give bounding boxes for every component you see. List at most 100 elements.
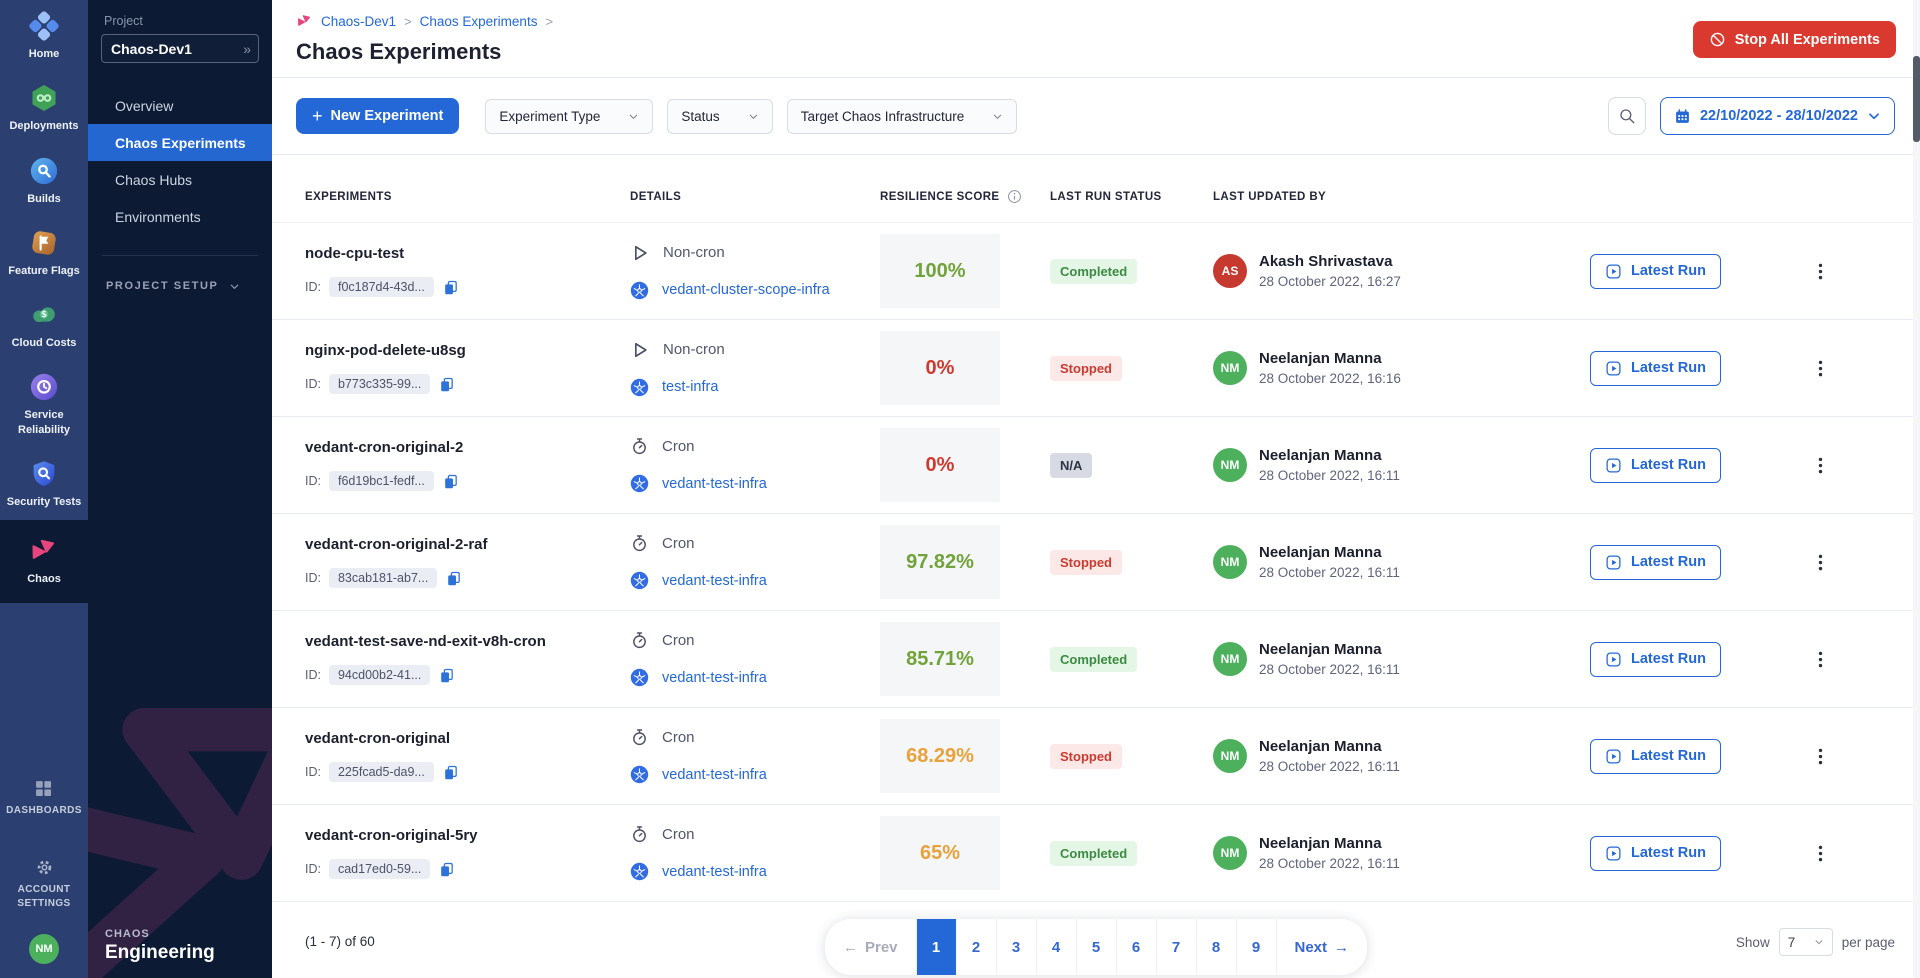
module-cloud-costs[interactable]: $Cloud Costs bbox=[0, 289, 88, 361]
collapse-chevrons-icon[interactable]: » bbox=[243, 41, 249, 57]
filter-target-chaos-infrastructure[interactable]: Target Chaos Infrastructure bbox=[787, 99, 1018, 134]
score-cell: 97.82% bbox=[880, 525, 1050, 599]
infra-link[interactable]: vedant-test-infra bbox=[662, 767, 767, 783]
infra-link[interactable]: vedant-test-infra bbox=[662, 573, 767, 589]
dashboards-icon bbox=[33, 778, 54, 799]
project-selector[interactable]: Chaos-Dev1 » bbox=[101, 34, 259, 63]
date-range-label: 22/10/2022 - 28/10/2022 bbox=[1700, 108, 1858, 124]
page-button-5[interactable]: 5 bbox=[1076, 919, 1116, 975]
stopwatch-icon bbox=[630, 534, 649, 553]
row-menu-button[interactable] bbox=[1807, 547, 1834, 578]
infra-link[interactable]: test-infra bbox=[662, 379, 718, 395]
details-cell: Cron vedant-test-infra bbox=[630, 825, 880, 881]
experiment-name[interactable]: vedant-cron-original-2 bbox=[305, 439, 630, 456]
prev-page-button[interactable]: ←Prev bbox=[825, 919, 916, 975]
vertical-scrollbar[interactable] bbox=[1913, 0, 1920, 978]
page-button-1[interactable]: 1 bbox=[916, 919, 956, 975]
latest-run-button[interactable]: Latest Run bbox=[1590, 254, 1721, 289]
copy-id-button[interactable] bbox=[445, 570, 462, 587]
copy-id-button[interactable] bbox=[442, 279, 459, 296]
page-button-2[interactable]: 2 bbox=[956, 919, 996, 975]
page-button-6[interactable]: 6 bbox=[1116, 919, 1156, 975]
module-home[interactable]: Home bbox=[0, 0, 88, 72]
page-button-4[interactable]: 4 bbox=[1036, 919, 1076, 975]
resilience-score: 97.82% bbox=[880, 525, 1000, 599]
play-icon bbox=[630, 243, 650, 263]
sidebar-item-dashboards[interactable]: DASHBOARDS bbox=[4, 768, 84, 828]
details-cell: Non-cron test-infra bbox=[630, 340, 880, 397]
module-builds[interactable]: Builds bbox=[0, 145, 88, 217]
infra-link[interactable]: vedant-test-infra bbox=[662, 670, 767, 686]
latest-run-button[interactable]: Latest Run bbox=[1590, 642, 1721, 677]
nav-item-chaos-experiments[interactable]: Chaos Experiments bbox=[88, 124, 272, 161]
date-range-button[interactable]: 22/10/2022 - 28/10/2022 bbox=[1660, 97, 1895, 135]
filter-status[interactable]: Status bbox=[667, 99, 772, 134]
module-deployments[interactable]: Deployments bbox=[0, 72, 88, 144]
latest-run-button[interactable]: Latest Run bbox=[1590, 739, 1721, 774]
breadcrumb-link-chaos-experiments[interactable]: Chaos Experiments bbox=[420, 14, 538, 29]
prohibition-icon bbox=[1709, 31, 1726, 48]
copy-id-button[interactable] bbox=[438, 667, 455, 684]
module-feature-flags[interactable]: Feature Flags bbox=[0, 217, 88, 289]
infra-link[interactable]: vedant-cluster-scope-infra bbox=[662, 282, 830, 298]
page-button-8[interactable]: 8 bbox=[1196, 919, 1236, 975]
copy-id-button[interactable] bbox=[438, 376, 455, 393]
infra-link[interactable]: vedant-test-infra bbox=[662, 476, 767, 492]
row-menu-button[interactable] bbox=[1807, 838, 1834, 869]
copy-id-button[interactable] bbox=[442, 473, 459, 490]
search-button[interactable] bbox=[1608, 97, 1646, 135]
module-label: Security Tests bbox=[7, 495, 81, 509]
module-service-reliability[interactable]: Service Reliability bbox=[0, 361, 88, 448]
experiment-cell: vedant-cron-original ID: 225fcad5-da9... bbox=[305, 730, 630, 782]
latest-run-button[interactable]: Latest Run bbox=[1590, 545, 1721, 580]
user-avatar[interactable]: NM bbox=[29, 934, 59, 964]
row-menu-button[interactable] bbox=[1807, 353, 1834, 384]
updated-date: 28 October 2022, 16:11 bbox=[1259, 565, 1400, 580]
column-header-details: DETAILS bbox=[630, 189, 880, 204]
experiment-name[interactable]: vedant-cron-original-5ry bbox=[305, 827, 630, 844]
latest-run-button[interactable]: Latest Run bbox=[1590, 836, 1721, 871]
score-cell: 85.71% bbox=[880, 622, 1050, 696]
cloud-costs-icon: $ bbox=[29, 300, 59, 330]
details-cell: Cron vedant-test-infra bbox=[630, 631, 880, 687]
experiment-name[interactable]: vedant-cron-original bbox=[305, 730, 630, 747]
kubernetes-icon bbox=[630, 668, 649, 687]
row-menu-button[interactable] bbox=[1807, 741, 1834, 772]
copy-id-button[interactable] bbox=[442, 764, 459, 781]
module-label: Feature Flags bbox=[8, 264, 80, 278]
stop-all-experiments-button[interactable]: Stop All Experiments bbox=[1693, 21, 1896, 58]
row-menu-button[interactable] bbox=[1807, 256, 1834, 287]
sidebar-item-account-settings[interactable]: ACCOUNT SETTINGS bbox=[4, 847, 84, 920]
row-menu-button[interactable] bbox=[1807, 450, 1834, 481]
run-play-icon bbox=[1605, 457, 1622, 474]
infra-link[interactable]: vedant-test-infra bbox=[662, 864, 767, 880]
filter-experiment-type[interactable]: Experiment Type bbox=[485, 99, 653, 134]
run-play-icon bbox=[1605, 845, 1622, 862]
latest-run-button[interactable]: Latest Run bbox=[1590, 448, 1721, 483]
per-page-select[interactable]: 7 bbox=[1779, 928, 1833, 956]
row-menu-button[interactable] bbox=[1807, 644, 1834, 675]
score-cell: 100% bbox=[880, 234, 1050, 308]
next-page-button[interactable]: Next→ bbox=[1276, 919, 1368, 975]
experiment-name[interactable]: nginx-pod-delete-u8sg bbox=[305, 342, 630, 359]
project-setup-section[interactable]: PROJECT SETUP bbox=[106, 280, 272, 292]
experiment-name[interactable]: vedant-cron-original-2-raf bbox=[305, 536, 630, 553]
security-tests-icon bbox=[29, 459, 59, 489]
page-button-3[interactable]: 3 bbox=[996, 919, 1036, 975]
nav-item-overview[interactable]: Overview bbox=[88, 87, 272, 124]
latest-run-button[interactable]: Latest Run bbox=[1590, 351, 1721, 386]
copy-id-button[interactable] bbox=[438, 861, 455, 878]
module-security-tests[interactable]: Security Tests bbox=[0, 448, 88, 520]
new-experiment-button[interactable]: + New Experiment bbox=[296, 98, 459, 134]
experiment-name[interactable]: vedant-test-save-nd-exit-v8h-cron bbox=[305, 633, 630, 650]
nav-item-environments[interactable]: Environments bbox=[88, 198, 272, 235]
chaos-watermark-icon bbox=[88, 621, 272, 978]
page-button-9[interactable]: 9 bbox=[1236, 919, 1276, 975]
experiment-name[interactable]: node-cpu-test bbox=[305, 245, 630, 262]
table-header: EXPERIMENTSDETAILSRESILIENCE SCORELAST R… bbox=[272, 189, 1920, 204]
breadcrumb-link-chaos-dev1[interactable]: Chaos-Dev1 bbox=[321, 14, 396, 29]
scrollbar-thumb[interactable] bbox=[1913, 56, 1920, 142]
nav-item-chaos-hubs[interactable]: Chaos Hubs bbox=[88, 161, 272, 198]
module-chaos[interactable]: Chaos bbox=[0, 520, 88, 602]
page-button-7[interactable]: 7 bbox=[1156, 919, 1196, 975]
